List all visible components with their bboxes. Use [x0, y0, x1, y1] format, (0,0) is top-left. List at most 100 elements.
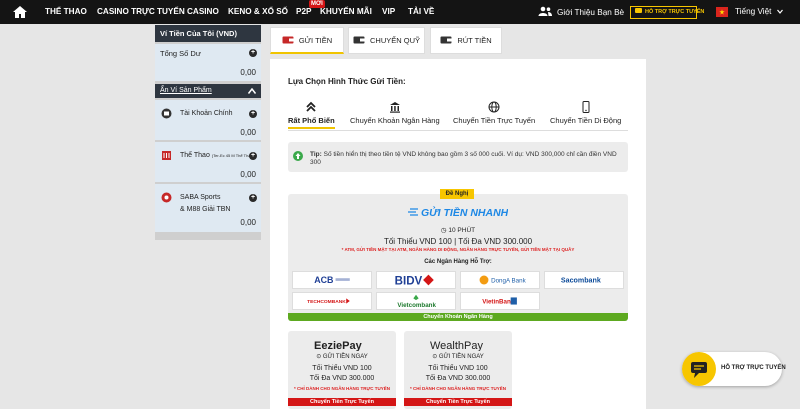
fast-deposit-logo-text: GỬI TIỀN NHANH	[421, 206, 508, 219]
add-balance-icon[interactable]: +	[249, 49, 257, 57]
bank-acb[interactable]: ACB	[292, 271, 372, 289]
saba-label-line1: SABA Sports	[180, 194, 221, 201]
eeziepay-max: Tối Đa VND 300.000	[309, 375, 375, 382]
nav-promotions[interactable]: KHUYẾN MÃI	[320, 7, 372, 16]
nav-vip[interactable]: VIP	[382, 7, 395, 16]
tab-deposit-label: GỬI TIỀN	[298, 36, 333, 45]
eeziepay-sub-text: GỬI TIỀN NGAY	[322, 354, 368, 360]
bank-vietinbank-text: VietinBank	[482, 299, 515, 306]
refer-friend-label: Giới Thiệu Bạn Bè	[557, 8, 625, 17]
add-sports-icon[interactable]: +	[249, 152, 257, 160]
users-icon	[538, 6, 552, 16]
chevron-up-icon[interactable]	[248, 88, 256, 94]
sports-icon	[162, 151, 171, 160]
bank-techcombank[interactable]: TECHCOMBANK	[292, 292, 372, 310]
method-tab-bank-transfer[interactable]: Chuyển Khoản Ngân Hàng	[350, 101, 440, 125]
eeziepay-note: * CHỈ DÀNH CHO NGÂN HÀNG TRỰC TUYẾN	[294, 386, 390, 391]
nav-p2p[interactable]: P2P	[296, 7, 311, 16]
method-tab-online-transfer[interactable]: Chuyển Tiền Trực Tuyến	[453, 101, 535, 125]
tab-deposit[interactable]: GỬI TIỀN	[270, 27, 344, 54]
globe-icon	[488, 101, 500, 113]
home-icon[interactable]	[12, 4, 28, 20]
eeziepay-card[interactable]: EeziePay ⊙ GỬI TIỀN NGAY Tối Thiểu VND 1…	[288, 331, 396, 409]
withdraw-wallet-icon	[440, 36, 452, 44]
top-navigation: THỂ THAO CASINO TRỰC TUYẾN CASINO KENO &…	[0, 0, 800, 24]
floating-support-label: HỖ TRỢ TRỰC TUYẾN	[721, 365, 786, 371]
method-title: Lựa Chọn Hình Thức Gửi Tiền:	[288, 77, 406, 86]
transfer-wallet-icon	[353, 36, 365, 44]
total-balance-label: Tổng Số Dư	[160, 49, 201, 58]
sports-label-text: Thể Thao	[180, 152, 210, 159]
saba-label-line2: & M88 Giải TBN	[180, 206, 231, 213]
vietnam-flag-icon[interactable]	[716, 7, 728, 17]
eeziepay-logo-text: EeziePay	[314, 340, 363, 351]
wallet-icon	[161, 108, 172, 119]
add-main-icon[interactable]: +	[249, 110, 257, 118]
main-account-value: 0,00	[240, 128, 256, 137]
nav-live-casino[interactable]: CASINO TRỰC TUYẾN	[97, 7, 185, 16]
tip-body: Số tiền hiển thị theo tiền tệ VND không …	[310, 151, 617, 166]
tab-withdraw[interactable]: RÚT TIỀN	[430, 27, 502, 54]
mobile-phone-icon	[582, 101, 590, 113]
nav-download[interactable]: TẢI VỀ	[408, 7, 434, 16]
bank-vietcombank[interactable]: Vietcombank	[376, 292, 456, 310]
add-saba-icon[interactable]: +	[249, 194, 257, 202]
wallet-title: Ví Tiền Của Tôi (VND)	[155, 25, 261, 42]
bank-vietcombank-text: Vietcombank	[397, 302, 436, 309]
eeziepay-sub: ⊙ GỬI TIỀN NGAY	[316, 354, 368, 360]
fast-deposit-card[interactable]: Đề Nghị GỬI TIỀN NHANH ◷ 10 PHÚT Tối Thi…	[288, 189, 628, 321]
total-balance: Tổng Số Dư + 0,00	[155, 44, 261, 81]
main-account-label: Tài Khoản Chính	[180, 110, 233, 117]
bank-bidv-text: BIDV	[395, 275, 423, 287]
method-tab-online-transfer-label: Chuyển Tiền Trực Tuyến	[453, 116, 536, 125]
eeziepay-min: Tối Thiểu VND 100	[312, 365, 372, 372]
method-tab-popular-label: Rất Phổ Biến	[288, 116, 335, 125]
language-selector[interactable]: Tiếng Việt	[735, 7, 771, 16]
bank-donga-text: DongA Bank	[491, 278, 526, 285]
arrow-up-circle-icon	[293, 151, 303, 161]
wealthpay-min: Tối Thiểu VND 100	[428, 365, 488, 372]
double-chevron-up-icon	[306, 101, 316, 112]
processing-time: ◷ 10 PHÚT	[440, 227, 476, 234]
fast-deposit-logo: GỬI TIỀN NHANH	[408, 206, 508, 219]
sports-value: 0,00	[240, 170, 256, 179]
nav-sports[interactable]: THỂ THAO	[45, 7, 87, 16]
wealthpay-card[interactable]: WealthPay ⊙ GỬI TIỀN NGAY Tối Thiểu VND …	[404, 331, 512, 409]
bank-transfer-footer: Chuyển Khoản Ngân Hàng	[288, 313, 628, 321]
wealthpay-footer: Chuyển Tiền Trực Tuyến	[404, 398, 512, 406]
wallet-sidebar: Ví Tiền Của Tôi (VND) Tổng Số Dư + 0,00 …	[155, 25, 261, 240]
tip-label: Tip:	[310, 151, 322, 158]
live-support-button[interactable]: HỖ TRỢ TRỰC TUYẾN	[630, 6, 704, 19]
saba-value: 0,00	[240, 218, 256, 227]
nav-keno-lottery[interactable]: KENO & XỔ SỐ	[228, 7, 288, 16]
wealthpay-sub-text: GỬI TIỀN NGAY	[438, 354, 484, 360]
floating-chat-icon	[682, 352, 716, 386]
wealthpay-logo-text: WealthPay	[430, 340, 483, 351]
saba-icon	[161, 192, 172, 203]
wealthpay-max: Tối Đa VND 300.000	[425, 375, 491, 382]
refer-friend-link[interactable]: Giới Thiệu Bạn Bè	[538, 6, 624, 17]
bank-donga[interactable]: DongA Bank	[460, 271, 540, 289]
chat-icon	[635, 8, 642, 13]
main-account-wallet: Tài Khoản Chính + 0,00	[155, 100, 261, 140]
processing-time-value: 10 PHÚT	[448, 227, 476, 234]
deposit-panel: Lựa Chọn Hình Thức Gửi Tiền: Rất Phổ Biế…	[270, 59, 646, 409]
method-tab-popular[interactable]: Rất Phổ Biến	[288, 101, 335, 129]
tip-box: Tip: Số tiền hiển thị theo tiền tệ VND k…	[288, 142, 628, 172]
bank-techcombank-text: TECHCOMBANK	[307, 299, 346, 305]
sports-label: Thể Thao (Ter-Ec 45 M Thể Thao)	[180, 152, 254, 159]
hide-product-wallets[interactable]: Ẩn Ví Sản Phẩm	[155, 84, 261, 98]
saba-label: SABA Sports & M88 Giải TBN	[180, 192, 230, 216]
bank-icon	[389, 102, 400, 113]
nav-casino[interactable]: CASINO	[187, 7, 219, 16]
method-tab-mobile-transfer[interactable]: Chuyển Tiền Di Động	[550, 101, 621, 125]
tab-transfer[interactable]: CHUYỂN QUỸ	[348, 27, 425, 54]
recommended-badge: Đề Nghị	[440, 189, 474, 199]
bank-vietinbank[interactable]: VietinBank	[460, 292, 540, 310]
live-support-label: HỖ TRỢ TRỰC TUYẾN	[645, 9, 705, 15]
bank-bidv[interactable]: BIDV	[376, 271, 456, 289]
bank-sacombank[interactable]: Sacombank	[544, 271, 624, 289]
wealthpay-logo: WealthPay	[430, 340, 483, 351]
floating-live-support-button[interactable]: HỖ TRỢ TRỰC TUYẾN	[682, 352, 786, 386]
chevron-down-icon[interactable]	[777, 9, 783, 14]
